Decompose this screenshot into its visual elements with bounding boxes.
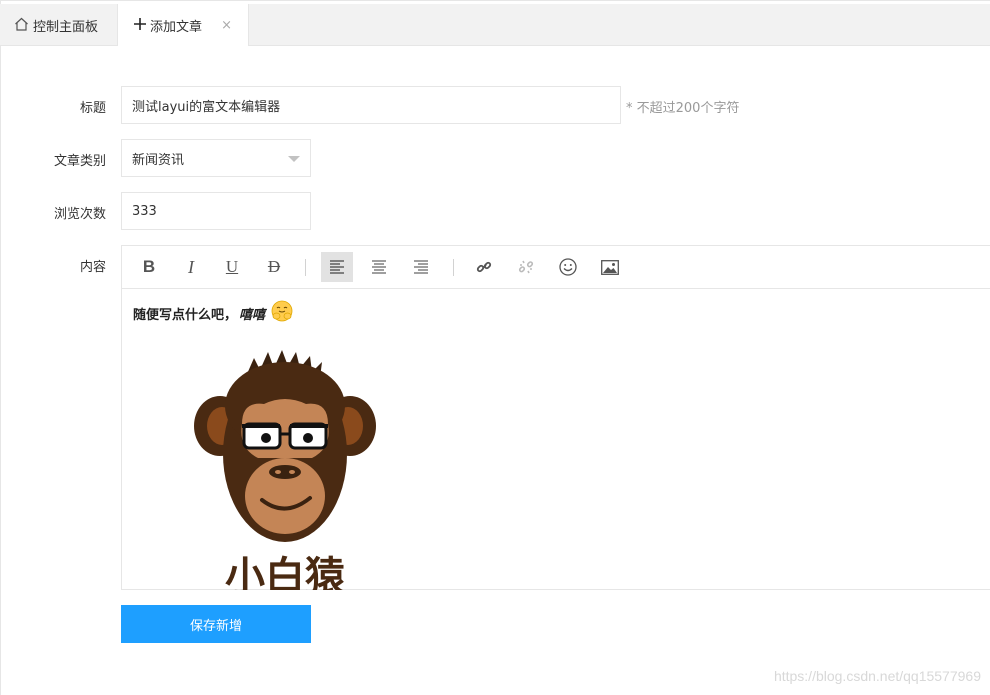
category-label: 文章类别 bbox=[53, 154, 106, 169]
save-new-button[interactable]: 保存新增 bbox=[121, 605, 311, 643]
chevron-down-icon bbox=[288, 156, 300, 162]
body-text-main: 随便写点什么吧， bbox=[133, 307, 238, 323]
align-center-icon[interactable] bbox=[363, 252, 395, 282]
title-input-value: 测试layui的富文本编辑器 bbox=[132, 99, 281, 115]
link-icon[interactable] bbox=[468, 252, 500, 282]
category-select[interactable]: 新闻资讯 bbox=[121, 139, 311, 177]
views-input[interactable]: 333 bbox=[121, 192, 311, 230]
plus-icon bbox=[134, 17, 146, 33]
align-left-icon[interactable] bbox=[321, 252, 353, 282]
editor-body-text[interactable]: 随便写点什么吧， 嘻嘻 bbox=[133, 300, 293, 326]
tab-home-label: 控制主面板 bbox=[33, 19, 99, 35]
monkey-logo-image: 小白猿 bbox=[192, 346, 382, 600]
content-label: 内容 bbox=[79, 260, 106, 275]
unlink-icon[interactable] bbox=[510, 252, 542, 282]
title-input[interactable]: 测试layui的富文本编辑器 bbox=[121, 86, 621, 124]
strikethrough-icon[interactable]: D bbox=[258, 252, 290, 282]
tab-home[interactable]: 控制主面板 bbox=[0, 4, 118, 46]
underline-icon[interactable]: U bbox=[216, 252, 248, 282]
bold-icon[interactable]: B bbox=[133, 252, 165, 282]
views-input-value: 333 bbox=[132, 203, 157, 219]
align-right-icon[interactable] bbox=[405, 252, 437, 282]
editor-toolbar: B I U D bbox=[122, 246, 990, 289]
close-icon[interactable]: × bbox=[221, 18, 232, 33]
tab-add-article[interactable]: 添加文章 × bbox=[118, 4, 249, 46]
category-select-value: 新闻资讯 bbox=[132, 152, 185, 168]
watermark: https://blog.csdn.net/qq15577969 bbox=[773, 668, 981, 684]
toolbar-divider bbox=[453, 259, 454, 276]
tab-bar: 控制主面板 添加文章 × bbox=[0, 4, 990, 46]
monkey-caption: 小白猿 bbox=[225, 554, 346, 590]
tab-add-article-label: 添加文章 bbox=[150, 19, 203, 35]
italic-icon[interactable]: I bbox=[175, 252, 207, 282]
rich-text-editor[interactable]: B I U D 随便写点什么吧， 嘻嘻 小白猿 bbox=[121, 245, 990, 600]
hug-emoji-icon bbox=[271, 300, 293, 326]
title-label: 标题 bbox=[79, 101, 106, 116]
body-text-italic: 嘻嘻 bbox=[239, 307, 266, 323]
image-icon[interactable] bbox=[594, 252, 626, 282]
home-icon bbox=[14, 17, 29, 34]
emoji-icon[interactable] bbox=[552, 252, 584, 282]
views-label: 浏览次数 bbox=[53, 207, 106, 222]
toolbar-divider bbox=[305, 259, 306, 276]
title-hint: * 不超过200个字符 bbox=[626, 101, 740, 116]
